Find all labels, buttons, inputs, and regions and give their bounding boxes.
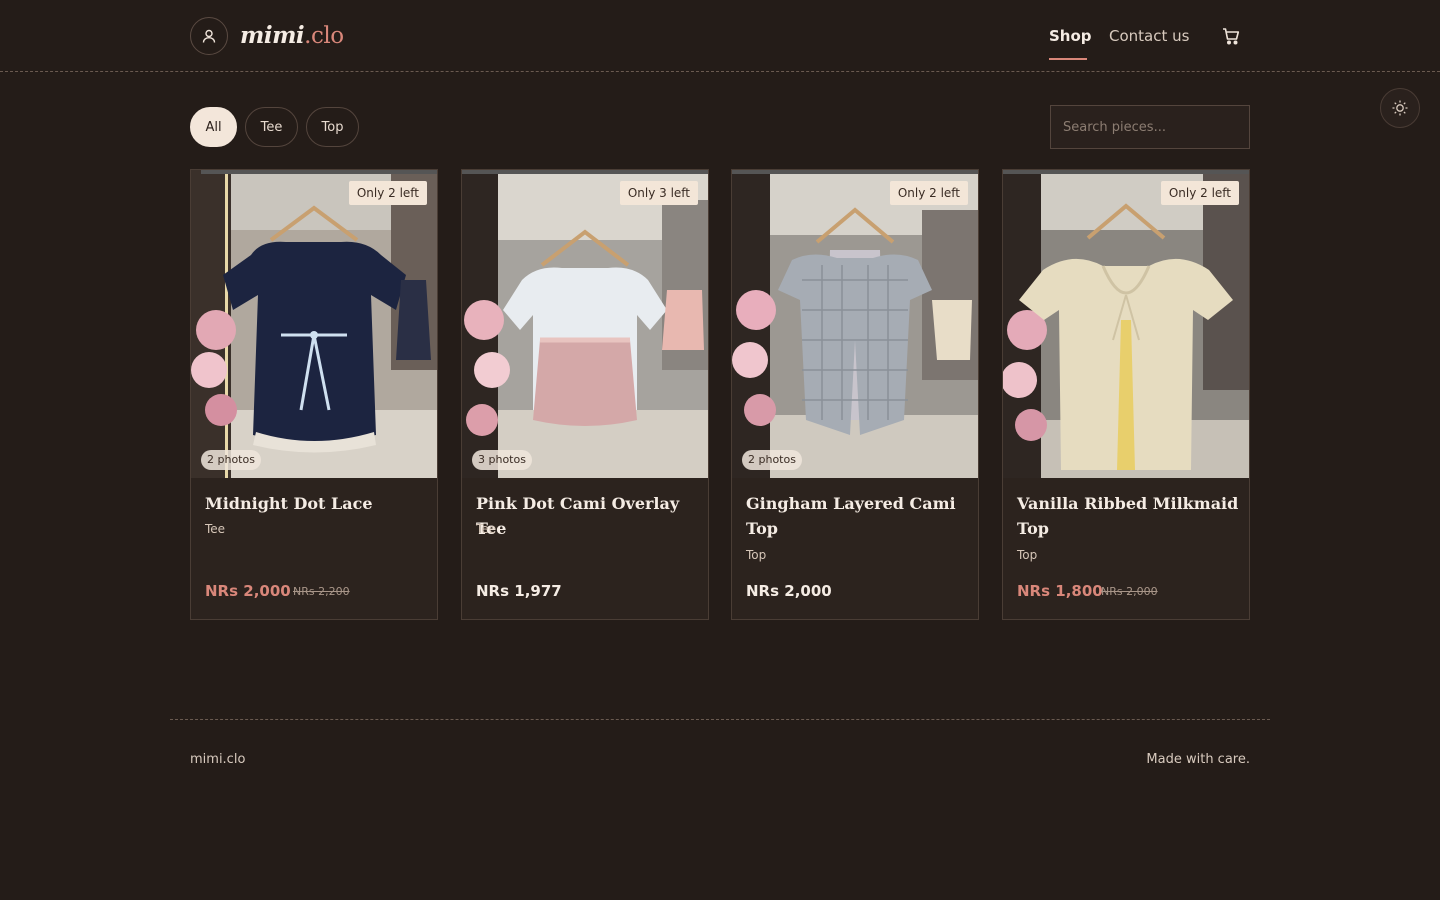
stock-badge: Only 2 left — [1160, 181, 1239, 205]
footer-brand: mimi.clo — [190, 752, 246, 767]
product-price: NRs 1,800 — [1017, 582, 1103, 600]
product-category: Tee — [476, 522, 497, 536]
product-title[interactable]: Midnight Dot Lace — [205, 491, 427, 516]
sun-icon — [1392, 100, 1408, 116]
product-card[interactable]: Only 2 left 2 photos Gingham Layered Cam… — [731, 169, 979, 620]
nav-contact[interactable]: Contact us — [1109, 24, 1189, 48]
product-title[interactable]: Pink Dot Cami Overlay Tee — [476, 491, 698, 541]
stock-badge: Only 2 left — [889, 181, 968, 205]
filter-chip-top[interactable]: Top — [306, 107, 359, 147]
nav-shop[interactable]: Shop — [1049, 24, 1092, 48]
product-price: NRs 2,000 — [205, 582, 291, 600]
nav-active-indicator — [1049, 58, 1087, 60]
filter-chip-tee[interactable]: Tee — [245, 107, 298, 147]
photo-count-badge: 2 photos — [201, 450, 261, 470]
product-photo[interactable]: Only 3 left 3 photos — [462, 170, 708, 478]
product-photo[interactable]: Only 2 left 2 photos — [191, 170, 437, 478]
photo-count-badge: 3 photos — [472, 450, 532, 470]
footer-divider — [170, 719, 1270, 720]
stock-badge: Only 3 left — [619, 181, 698, 205]
theme-toggle-button[interactable] — [1380, 88, 1420, 128]
product-old-price: NRs 2,000 — [1101, 585, 1158, 598]
product-category: Top — [1017, 548, 1038, 562]
product-photo[interactable]: Only 2 left 2 photos — [732, 170, 978, 478]
product-category: Top — [746, 548, 767, 562]
product-card[interactable]: Only 2 left Vanilla Ribbed Milkmaid Top … — [1002, 169, 1250, 620]
product-photo[interactable]: Only 2 left — [1003, 170, 1249, 478]
product-old-price: NRs 2,200 — [293, 585, 350, 598]
photo-count-badge: 2 photos — [742, 450, 802, 470]
product-card[interactable]: Only 2 left 2 photos Midnight Dot Lace T… — [190, 169, 438, 620]
product-price: NRs 2,000 — [746, 582, 832, 600]
product-title[interactable]: Gingham Layered Cami Top — [746, 491, 968, 541]
cart-button[interactable] — [1221, 26, 1241, 46]
product-category: Tee — [205, 522, 226, 536]
footer-tagline: Made with care. — [1146, 752, 1250, 767]
search-input[interactable] — [1050, 105, 1250, 149]
user-icon — [202, 29, 216, 43]
product-price: NRs 1,977 — [476, 582, 562, 600]
filter-chip-all[interactable]: All — [190, 107, 237, 147]
product-title[interactable]: Vanilla Ribbed Milkmaid Top — [1017, 491, 1239, 541]
brand-logo[interactable]: mimi.clo — [240, 19, 344, 53]
cart-icon — [1223, 28, 1240, 45]
stock-badge: Only 2 left — [348, 181, 427, 205]
product-card[interactable]: Only 3 left 3 photos Pink Dot Cami Overl… — [461, 169, 709, 620]
site-header: mimi.clo Shop Contact us — [0, 0, 1440, 72]
account-button[interactable] — [190, 17, 228, 55]
